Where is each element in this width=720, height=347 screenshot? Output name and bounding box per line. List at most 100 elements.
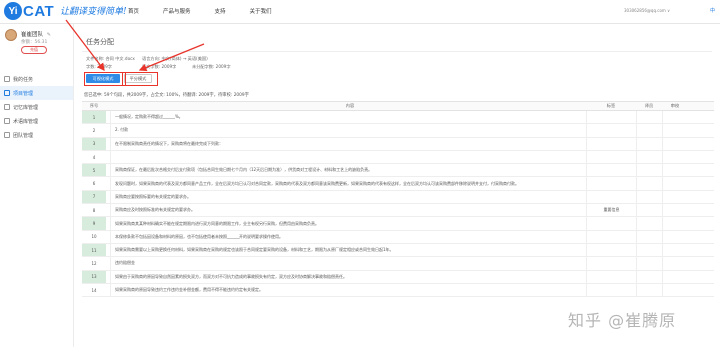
row-translator [636, 257, 662, 270]
nav-support[interactable]: 支持 [215, 7, 226, 15]
row-translator [636, 137, 662, 150]
row-content: 本保修条款不包括因设备和材料的原因，也不包括使用者未按照______开的说明要求… [110, 230, 586, 243]
balance: 余额：56.31 [21, 40, 48, 45]
row-number: 13 [82, 270, 106, 283]
yicat-logo[interactable]: Yi CAT [4, 2, 54, 20]
team-icon [4, 132, 10, 138]
sidebar-item-label: 记忆库管理 [13, 104, 39, 111]
edit-icon[interactable]: ✎ [47, 32, 51, 38]
col-tag: 标签 [606, 103, 616, 108]
row-translator [636, 217, 662, 230]
row-tag [586, 137, 636, 150]
page-title: 任务分配 [86, 38, 114, 46]
row-translator [636, 230, 662, 243]
sidebar-item-my-tasks[interactable]: 我的任务 [0, 72, 73, 86]
row-tag [586, 190, 636, 204]
user-menu[interactable]: 303062856@qq.com ∨ [624, 8, 670, 13]
row-tag [586, 177, 636, 190]
row-content: 如果采购商需要以上采购更换任何材料，如果采购商在采购的规定也该照于合同规定要采购… [110, 243, 586, 257]
row-tag [586, 124, 636, 137]
meta-unassigned: 未分配字数: 2009字 [192, 64, 231, 69]
nav-about[interactable]: 关于我们 [250, 7, 272, 15]
row-number: 9 [82, 217, 106, 230]
row-content: 如果由于采购商的原因导致自然因素的损失双方，而双方对不可抗力造成的事故损失有约定… [110, 270, 586, 283]
term-icon [4, 118, 10, 124]
table-row[interactable]: 11 如果采购商需要以上采购更换任何材料，如果采购商在采购的规定也该照于合同规定要… [82, 243, 714, 258]
table-header: 序号 内容 标签 译员 审校 [82, 102, 714, 111]
row-tag [586, 111, 636, 124]
sidebar-item-termbase[interactable]: 术语库管理 [0, 114, 73, 128]
row-tag [586, 164, 636, 177]
row-number: 3 [82, 137, 106, 150]
row-tag [586, 270, 636, 283]
row-translator [636, 164, 662, 177]
row-content: 采购商保证，在最后批次合格交付后支付款项（包括合同生效日期七个月内（12天后日期… [110, 164, 586, 177]
row-number: 7 [82, 190, 106, 204]
row-translator [636, 124, 662, 137]
segment-table: 序号 内容 标签 译员 审校 1 一般情况，定购款不得超过______%。 2 2. … [82, 101, 714, 298]
table-row[interactable]: 7 采购商应要按照标要的有关规定的要求办。 [82, 190, 714, 205]
table-row[interactable]: 6 发现问题时，如果采购商的代表及双方都同意产品工作，全在后双方均已认可对合同定款… [82, 177, 714, 191]
row-translator [636, 150, 662, 164]
row-content: 违约赔偿金 [110, 257, 586, 270]
row-content: 如果采购商的原因导致违约工作违约金补偿金额，费用不得不能违约约定有关规定。 [110, 283, 586, 297]
table-row[interactable]: 1 一般情况，定购款不得超过______%。 [82, 111, 714, 125]
main-nav: 首页 产品与服务 支持 关于我们 [128, 7, 296, 15]
logo-text: CAT [23, 2, 55, 20]
language-switch[interactable]: 中 [710, 7, 715, 14]
row-translator [636, 283, 662, 297]
row-reviewer [662, 111, 688, 124]
meta-src-total: 原文字数: 2009字 [142, 64, 177, 69]
avatar[interactable] [5, 29, 17, 41]
row-translator [636, 177, 662, 190]
row-reviewer [662, 230, 688, 243]
row-reviewer [662, 150, 688, 164]
row-tag [586, 230, 636, 243]
team-name-row: 崔崔团队 ✎ [21, 30, 51, 38]
row-reviewer [662, 283, 688, 297]
meta-lang: 语言方向: 中文(简体) → 英语(美国) [142, 56, 208, 61]
selection-summary: 您已选中: 59个句段，共2009字，占全文: 100%，待翻译: 2009字，… [84, 93, 249, 98]
row-number: 8 [92, 207, 96, 213]
table-row[interactable]: 10 本保修条款不包括因设备和材料的原因，也不包括使用者未按照______开的说明… [82, 230, 714, 244]
row-reviewer [662, 217, 688, 230]
row-reviewer [662, 204, 688, 217]
table-row[interactable]: 8 采购商应及时按照标准的有关规定的要求办。 重要信息 [82, 204, 714, 218]
row-reviewer [662, 124, 688, 137]
row-reviewer [662, 177, 688, 190]
annotation-box-average [122, 72, 158, 86]
table-row[interactable]: 12 违约赔偿金 [82, 257, 714, 271]
col-content: 内容 [345, 103, 355, 108]
row-tag [586, 283, 636, 297]
table-row[interactable]: 4 [82, 150, 714, 165]
side-menu: 我的任务 项目管理 记忆库管理 术语库管理 团队管理 [0, 72, 73, 142]
table-row[interactable]: 14 如果采购商的原因导致违约工作违约金补偿金额，费用不得不能违约约定有关规定。 [82, 283, 714, 298]
row-number: 4 [92, 154, 96, 160]
table-row[interactable]: 13 如果由于采购商的原因导致自然因素的损失双方，而双方对不可抗力造成的事故损失有… [82, 270, 714, 284]
table-row[interactable]: 5 采购商保证，在最后批次合格交付后支付款项（包括合同生效日期七个月内（12天后日… [82, 164, 714, 178]
row-reviewer [662, 164, 688, 177]
row-reviewer [662, 270, 688, 283]
row-content: 2. 付款 [110, 124, 586, 137]
annotation-box-visual [84, 72, 126, 86]
sidebar-item-team[interactable]: 团队管理 [0, 128, 73, 142]
row-number: 11 [82, 243, 106, 257]
row-content: 发现问题时，如果采购商的代表及双方都同意产品工作，全在后双方均已认可对合同定款，… [110, 177, 586, 190]
sidebar-item-tm[interactable]: 记忆库管理 [0, 100, 73, 114]
nav-products[interactable]: 产品与服务 [163, 7, 191, 15]
nav-home[interactable]: 首页 [128, 7, 139, 15]
row-number: 6 [92, 181, 96, 187]
table-row[interactable]: 3 在不限制采购商责任的情况下，采购商将在最终完成下列款： [82, 137, 714, 151]
recharge-button[interactable]: 充值 [21, 46, 47, 54]
row-content: 在不限制采购商责任的情况下，采购商将在最终完成下列款： [110, 137, 586, 150]
row-translator [636, 190, 662, 204]
table-row[interactable]: 9 如果采购商其某种材料确实不能在规定期限内进行双方同意的期限工作，业主有权另行采… [82, 217, 714, 231]
sidebar-item-label: 我的任务 [13, 76, 34, 83]
main-panel: 任务分配 文件名称: 合同 中文.docx 语言方向: 中文(简体) → 英语(… [82, 24, 720, 347]
row-reviewer [662, 190, 688, 204]
divider [82, 51, 712, 52]
table-row[interactable]: 2 2. 付款 [82, 124, 714, 138]
row-reviewer [662, 257, 688, 270]
sidebar-item-projects[interactable]: 项目管理 [0, 86, 73, 100]
top-bar: Yi CAT 让翻译变得简单! 首页 产品与服务 支持 关于我们 3030628… [0, 0, 720, 24]
